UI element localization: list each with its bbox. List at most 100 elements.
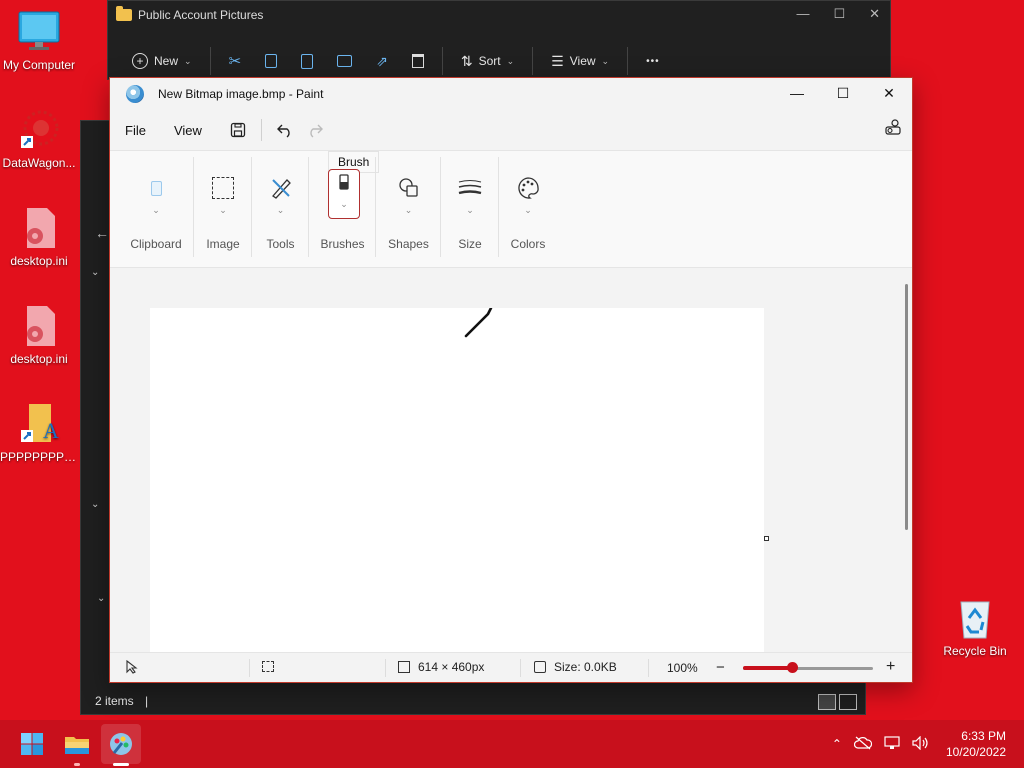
paint-titlebar[interactable]: New Bitmap image.bmp - Paint — ☐ ✕ <box>110 78 912 110</box>
desktop-icon-label: DataWagon... <box>2 156 76 170</box>
cursor-icon <box>126 660 138 674</box>
view-button[interactable]: ☰ View ⌄ <box>539 49 621 73</box>
view-label: View <box>569 54 596 68</box>
menu-view[interactable]: View <box>165 123 211 138</box>
details-view-button[interactable] <box>818 694 836 710</box>
undo-button[interactable] <box>270 115 300 145</box>
back-arrow-icon[interactable]: ← <box>95 225 109 241</box>
sort-button[interactable]: ⇅ Sort ⌄ <box>449 49 526 73</box>
paint-window[interactable]: New Bitmap image.bmp - Paint — ☐ ✕ File … <box>109 77 913 683</box>
rename-icon <box>337 55 353 67</box>
minimize-button[interactable]: — <box>774 78 820 108</box>
share-button[interactable]: ⇗ <box>364 49 400 73</box>
maximize-button[interactable]: ☐ <box>833 6 845 22</box>
desktop-icon-label: Recycle Bin <box>943 644 1007 658</box>
recycle-bin-icon <box>953 596 997 640</box>
explorer-running-indicator <box>74 763 80 766</box>
chevron-down-icon: ⌄ <box>219 205 227 215</box>
ribbon-group-label: Shapes <box>388 237 429 251</box>
window-controls: — ☐ ✕ <box>774 78 912 108</box>
delete-button[interactable] <box>400 49 436 73</box>
ribbon-group-shapes[interactable]: ⌄ Shapes <box>376 157 441 265</box>
taskbar-file-explorer[interactable] <box>57 724 97 764</box>
ribbon-group-colors[interactable]: ⌄ Colors <box>499 157 557 265</box>
drawing-canvas[interactable] <box>150 308 764 652</box>
menu-file[interactable]: File <box>116 123 155 138</box>
clock[interactable]: 6:33 PM 10/20/2022 <box>946 728 1006 760</box>
start-button[interactable] <box>12 724 52 764</box>
cloud-offline-icon[interactable] <box>848 736 878 753</box>
selection-icon <box>210 175 236 201</box>
status-separator <box>385 659 386 677</box>
new-button[interactable]: + New ⌄ <box>120 49 204 73</box>
volume-icon[interactable] <box>906 735 936 753</box>
disk-icon <box>534 661 546 673</box>
file-size: Size: 0.0KB <box>534 660 617 674</box>
pencil-eraser-icon <box>268 175 294 201</box>
desktop-icon-font-shortcut[interactable]: A РРРРРРРРРРРР... <box>0 402 78 464</box>
zoom-out-button[interactable]: − <box>716 659 725 676</box>
desktop-icon-label: РРРРРРРРРРРР... <box>0 450 78 464</box>
menubar-separator <box>260 119 262 141</box>
network-icon[interactable] <box>878 735 906 753</box>
status-separator <box>520 659 521 677</box>
chevron-down-icon: ⌄ <box>601 55 610 66</box>
taskbar-paint[interactable] <box>101 724 141 764</box>
ribbon-group-label: Image <box>206 237 240 251</box>
minimize-button[interactable]: — <box>796 6 809 22</box>
save-button[interactable] <box>223 115 253 145</box>
ribbon-group-label: Colors <box>510 237 546 251</box>
desktop-icon-my-computer[interactable]: My Computer <box>0 10 78 72</box>
chevron-down-icon: ⌄ <box>276 205 285 215</box>
more-options-button[interactable]: ••• <box>634 49 672 73</box>
chevron-down-icon[interactable]: ⌄ <box>97 593 105 604</box>
desktop-icon-datawagon[interactable]: DataWagon... <box>0 108 78 170</box>
ribbon-group-image[interactable]: ⌄ Image <box>194 157 252 265</box>
item-count: 2 items <box>95 694 134 708</box>
explorer-window[interactable]: Public Account Pictures — ☐ ✕ + New ⌄ ✂ … <box>107 0 891 80</box>
clipboard-icon <box>301 53 314 69</box>
redo-button[interactable] <box>300 115 330 145</box>
toolbar-separator <box>441 47 443 75</box>
desktop-icon-recycle-bin[interactable]: Recycle Bin <box>936 596 1014 658</box>
palette-icon <box>515 175 541 201</box>
ribbon-group-brushes[interactable]: Brushes <box>309 157 376 265</box>
chevron-up-icon[interactable]: ⌃ <box>826 737 848 751</box>
ribbon-group-tools[interactable]: ⌄ Tools <box>252 157 309 265</box>
canvas-resize-handle[interactable] <box>764 536 769 541</box>
ribbon-group-size[interactable]: ⌄ Size <box>441 157 499 265</box>
desktop-icon-desktop-ini-2[interactable]: desktop.ini <box>0 304 78 366</box>
chevron-down-icon: ⌄ <box>152 205 160 215</box>
copy-icon <box>265 54 278 68</box>
paste-button[interactable] <box>289 49 325 73</box>
chevron-down-icon[interactable]: ⌄ <box>91 499 99 510</box>
canvas-size-icon <box>398 661 410 673</box>
paint-app-icon <box>126 85 144 103</box>
zoom-slider-fill <box>743 666 793 670</box>
tiles-view-button[interactable] <box>839 694 857 710</box>
dimensions-text: 614 × 460px <box>418 660 485 674</box>
rename-button[interactable] <box>325 49 364 73</box>
zoom-in-button[interactable]: + <box>886 658 895 676</box>
scissors-icon: ✂ <box>228 53 242 70</box>
status-bar: 2 items | <box>95 694 148 708</box>
ribbon-group-label: Brushes <box>320 237 365 251</box>
status-separator <box>249 659 250 677</box>
ribbon-group-label: Tools <box>266 237 295 251</box>
cut-button[interactable]: ✂ <box>217 49 254 73</box>
chevron-down-icon[interactable]: ⌄ <box>91 267 99 278</box>
close-button[interactable]: ✕ <box>866 78 912 108</box>
account-button[interactable] <box>884 118 902 139</box>
chevron-down-icon: ⌄ <box>404 205 413 215</box>
desktop-icon-desktop-ini-1[interactable]: desktop.ini <box>0 206 78 268</box>
maximize-button[interactable]: ☐ <box>820 78 866 108</box>
zoom-slider-thumb[interactable] <box>787 662 799 673</box>
ribbon-group-clipboard[interactable]: ⌄ Clipboard <box>118 157 194 265</box>
vertical-scrollbar[interactable] <box>905 284 908 530</box>
canvas-dimensions: 614 × 460px <box>398 660 484 674</box>
people-icon <box>885 119 901 135</box>
datawagon-shortcut-icon <box>17 108 61 152</box>
close-button[interactable]: ✕ <box>869 6 880 22</box>
canvas-area[interactable] <box>110 268 898 652</box>
copy-button[interactable] <box>253 49 289 73</box>
